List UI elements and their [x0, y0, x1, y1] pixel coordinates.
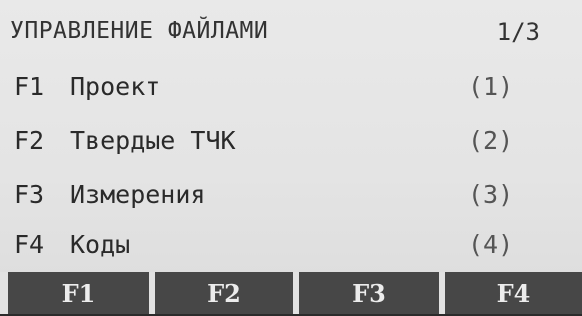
menu-item-measurements[interactable]: F3 Измерения (3)	[14, 180, 534, 220]
page-indicator: 1/3	[496, 18, 540, 46]
menu-item-label: Проект	[70, 72, 161, 101]
menu-item-label: Измерения	[70, 180, 206, 209]
menu-item-fkey: F1	[14, 72, 45, 101]
softkey-f1-button[interactable]: F1	[8, 272, 149, 314]
header: УПРАВЛЕНИЕ ФАЙЛАМИ 1/3	[10, 18, 565, 58]
menu-item-number: (1)	[468, 72, 514, 101]
page-title: УПРАВЛЕНИЕ ФАЙЛАМИ	[10, 18, 269, 44]
softkey-f3-button[interactable]: F3	[299, 272, 439, 314]
softkey-bar: F1 F2 F3 F4	[0, 272, 582, 314]
menu-item-number: (3)	[468, 180, 514, 209]
menu-item-fixed-points[interactable]: F2 Твердые ТЧК (2)	[14, 126, 534, 166]
instrument-screen: УПРАВЛЕНИЕ ФАЙЛАМИ 1/3 F1 Проект (1) F2 …	[0, 0, 582, 314]
menu-item-fkey: F2	[14, 126, 45, 155]
menu-item-project[interactable]: F1 Проект (1)	[14, 72, 534, 112]
softkey-f2-button[interactable]: F2	[155, 272, 293, 314]
menu-item-fkey: F3	[14, 180, 45, 209]
menu-item-label: Твердые ТЧК	[70, 126, 236, 155]
menu-item-fkey: F4	[14, 230, 45, 259]
menu-item-label: Коды	[70, 230, 131, 259]
menu-item-codes[interactable]: F4 Коды (4)	[14, 230, 534, 270]
menu-item-number: (2)	[468, 126, 514, 155]
menu-item-number: (4)	[468, 230, 514, 259]
softkey-f4-button[interactable]: F4	[445, 272, 582, 314]
